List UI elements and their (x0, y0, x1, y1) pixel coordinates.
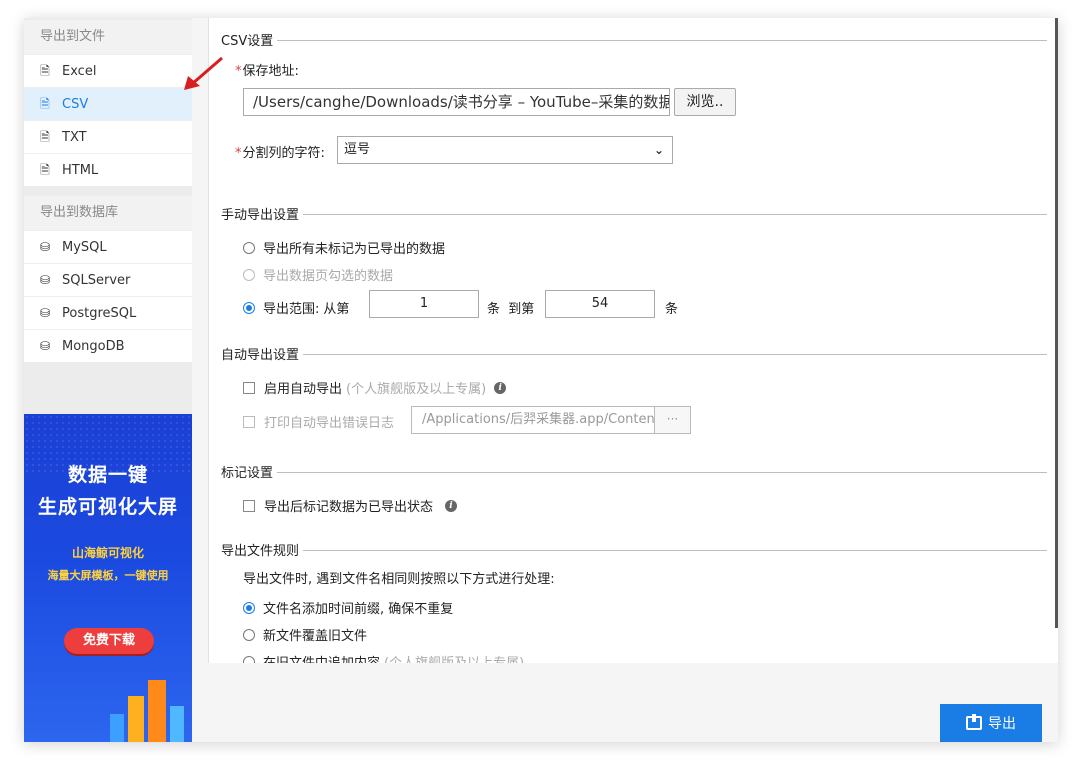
separator-select-value: 逗号 (344, 142, 371, 157)
settings-panel[interactable]: CSV设置 *保存地址: /Users/canghe/Downloads/读书分… (208, 18, 1058, 663)
group-header-database: 导出到数据库 (24, 196, 192, 230)
section-divider (277, 472, 1047, 473)
premium-note: (个人旗舰版及以上专属) (384, 652, 524, 663)
radio-export-selected[interactable]: 导出数据页勾选的数据 (243, 265, 393, 284)
banner-subtitle-tagline: 海量大屏模板，一键使用 (47, 569, 169, 582)
database-icon: ⛁ (39, 239, 51, 254)
sidebar-item-label: SQLServer (62, 272, 131, 288)
section-divider (303, 550, 1047, 551)
banner-download-button[interactable]: 免费下载 (64, 628, 154, 654)
section-title: 标记设置 (221, 466, 274, 481)
section-manual-export: 手动导出设置 (221, 204, 1047, 223)
database-export-group: 导出到数据库 ⛁ MySQL ⛁ SQLServer ⛁ PostgreSQL … (24, 196, 192, 362)
database-icon: ⛁ (39, 305, 51, 320)
section-mark-settings: 标记设置 (221, 462, 1047, 481)
radio-button-checked[interactable] (243, 301, 255, 314)
scrollbar[interactable] (1055, 18, 1058, 628)
sidebar-item-label: MySQL (62, 239, 107, 255)
sidebar-item-txt[interactable]: 🗎 TXT (24, 120, 192, 153)
radio-add-time-prefix[interactable]: 文件名添加时间前缀, 确保不重复 (243, 598, 453, 617)
group-header-file: 导出到文件 (24, 20, 192, 54)
section-auto-export: 自动导出设置 (221, 344, 1047, 363)
sidebar-item-html[interactable]: 🗎 HTML (24, 153, 192, 186)
info-icon[interactable]: i (494, 381, 507, 394)
banner-title-line1: 数据一键 (67, 464, 148, 486)
database-icon: ⛁ (39, 338, 51, 353)
sidebar: 导出到文件 🗎 Excel 🗎 CSV 🗎 TXT 🗎 HTML 导出到数据库 … (24, 18, 192, 742)
checkbox-print-error-log[interactable]: 打印自动导出错误日志 (243, 412, 394, 431)
file-export-group: 导出到文件 🗎 Excel 🗎 CSV 🗎 TXT 🗎 HTML (24, 20, 192, 186)
radio-append-content[interactable]: 在旧文件中追加内容 (个人旗舰版及以上专属) (243, 652, 524, 663)
sidebar-item-mongodb[interactable]: ⛁ MongoDB (24, 329, 192, 362)
sidebar-item-label: Excel (62, 63, 97, 79)
file-icon: 🗎 (40, 96, 50, 111)
export-dialog: 导出到文件 🗎 Excel 🗎 CSV 🗎 TXT 🗎 HTML 导出到数据库 … (24, 18, 1058, 742)
radio-button[interactable] (243, 655, 255, 663)
separator-select[interactable]: 逗号 ⌄ (337, 136, 673, 164)
export-button[interactable]: 导出 (940, 704, 1042, 742)
section-title: 自动导出设置 (221, 348, 300, 363)
checkbox-enable-auto-export[interactable]: 启用自动导出 (个人旗舰版及以上专属) i (243, 378, 507, 397)
range-from-input[interactable]: 1 (369, 290, 479, 318)
promo-banner[interactable]: 数据一键 生成可视化大屏 山海鲸可视化 海量大屏模板，一键使用 免费下载 (24, 414, 192, 742)
radio-export-all-unmarked[interactable]: 导出所有未标记为已导出的数据 (243, 238, 445, 257)
radio-overwrite-file[interactable]: 新文件覆盖旧文件 (243, 625, 367, 644)
sidebar-item-label: TXT (62, 129, 87, 145)
sidebar-item-postgresql[interactable]: ⛁ PostgreSQL (24, 296, 192, 329)
section-title: 手动导出设置 (221, 208, 300, 223)
banner-chart-bar (110, 714, 124, 742)
sidebar-item-label: CSV (62, 96, 89, 112)
radio-button[interactable] (243, 628, 255, 641)
required-mark: * (235, 146, 242, 161)
banner-chart-bar (128, 696, 144, 742)
banner-title-line2: 生成可视化大屏 (37, 496, 178, 518)
range-unit-label: 条 (665, 302, 679, 317)
checkbox[interactable] (243, 499, 255, 512)
required-mark: * (235, 64, 242, 79)
radio-button[interactable] (243, 241, 255, 254)
error-log-browse-button[interactable]: ··· (655, 406, 691, 434)
database-icon: ⛁ (39, 272, 51, 287)
range-unit-label: 条 到第 (487, 302, 535, 317)
checkbox-mark-exported[interactable]: 导出后标记数据为已导出状态 i (243, 496, 458, 515)
file-icon: 🗎 (40, 162, 50, 177)
save-path-input[interactable]: /Users/canghe/Downloads/读书分享 – YouTube–采… (243, 88, 670, 116)
section-csv-settings: CSV设置 (221, 30, 1047, 49)
file-icon: 🗎 (40, 63, 50, 78)
section-divider (277, 40, 1047, 41)
file-icon: 🗎 (40, 129, 50, 144)
download-icon (966, 714, 982, 730)
radio-button[interactable] (243, 268, 255, 281)
section-divider (303, 354, 1047, 355)
info-icon[interactable]: i (445, 499, 458, 512)
save-path-label: *保存地址: (235, 64, 299, 79)
sidebar-item-label: MongoDB (62, 338, 125, 354)
section-file-rules: 导出文件规则 (221, 540, 1047, 559)
radio-button-checked[interactable] (243, 601, 255, 614)
section-title: CSV设置 (221, 34, 274, 49)
section-title: 导出文件规则 (221, 544, 300, 559)
error-log-path-input[interactable]: /Applications/后羿采集器.app/Contents (411, 406, 655, 434)
annotation-arrow-icon (184, 56, 223, 90)
range-to-input[interactable]: 54 (545, 290, 655, 318)
sidebar-item-label: HTML (62, 162, 99, 178)
banner-chart-bar (170, 706, 184, 742)
checkbox[interactable] (243, 381, 255, 394)
premium-note: (个人旗舰版及以上专属) (346, 382, 487, 397)
separator-label: *分割列的字符: (235, 146, 325, 161)
sidebar-item-csv[interactable]: 🗎 CSV (24, 87, 192, 120)
section-divider (303, 214, 1047, 215)
radio-export-range[interactable]: 导出范围: 从第 (243, 298, 349, 317)
banner-chart-bar (148, 680, 166, 742)
sidebar-item-excel[interactable]: 🗎 Excel (24, 54, 192, 87)
sidebar-item-mysql[interactable]: ⛁ MySQL (24, 230, 192, 263)
sidebar-item-sqlserver[interactable]: ⛁ SQLServer (24, 263, 192, 296)
banner-subtitle-brand: 山海鲸可视化 (71, 546, 144, 560)
file-rules-description: 导出文件时, 遇到文件名相同则按照以下方式进行处理: (243, 572, 555, 587)
checkbox[interactable] (243, 415, 255, 428)
browse-button[interactable]: 浏览.. (674, 88, 736, 116)
sidebar-item-label: PostgreSQL (62, 305, 137, 321)
chevron-down-icon: ⌄ (653, 143, 664, 157)
